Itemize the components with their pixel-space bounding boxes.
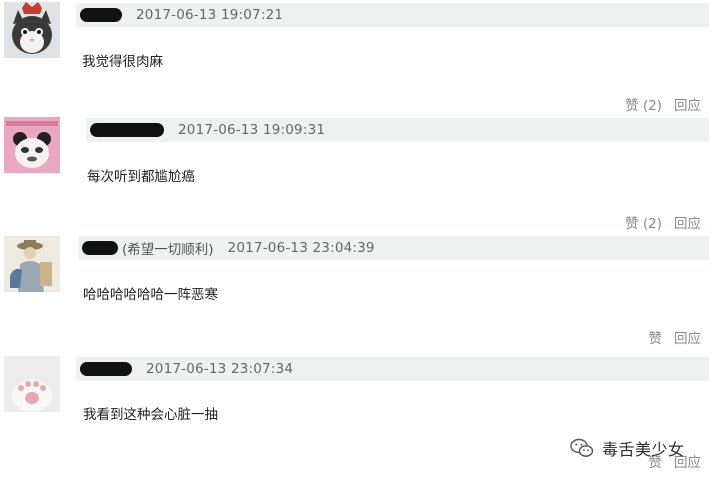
reply-button[interactable]: 回应 bbox=[674, 327, 701, 347]
username-redacted[interactable] bbox=[80, 362, 132, 376]
illustrated-figure-icon bbox=[4, 236, 60, 292]
comment-text: 我看到这种会心脏一抽 bbox=[83, 407, 218, 423]
timestamp: 2017-06-13 19:09:31 bbox=[178, 122, 326, 138]
wechat-icon bbox=[570, 438, 594, 457]
cat-paw-icon bbox=[4, 356, 60, 412]
timestamp: 2017-06-13 19:07:21 bbox=[136, 7, 284, 23]
comment-header: 2017-06-13 23:07:34 bbox=[76, 357, 709, 381]
comment-actions: 赞 (2) 回应 bbox=[625, 212, 701, 232]
comment-header: 2017-06-13 19:07:21 bbox=[76, 3, 709, 27]
reply-button[interactable]: 回应 bbox=[674, 212, 701, 232]
username-redacted[interactable] bbox=[82, 241, 118, 255]
like-button[interactable]: 赞 (2) bbox=[625, 94, 662, 114]
like-button[interactable]: 赞 (2) bbox=[625, 212, 662, 232]
timestamp: 2017-06-13 23:07:34 bbox=[146, 361, 294, 377]
cat-with-crown-icon bbox=[4, 2, 60, 58]
comment-text: 每次听到都尴尬癌 bbox=[87, 169, 195, 185]
reply-button[interactable]: 回应 bbox=[674, 94, 701, 114]
watermark-text: 毒舌美少女 bbox=[602, 440, 685, 459]
username-suffix: (希望一切顺利) bbox=[122, 242, 214, 258]
watermark: 毒舌美少女 bbox=[570, 436, 685, 460]
like-button[interactable]: 赞 bbox=[649, 327, 663, 347]
comment-actions: 赞 回应 bbox=[649, 327, 702, 347]
comment-header: (希望一切顺利) 2017-06-13 23:04:39 bbox=[78, 236, 709, 260]
username-redacted[interactable] bbox=[80, 8, 122, 22]
panda-meme-icon bbox=[4, 117, 60, 173]
username-redacted[interactable] bbox=[90, 123, 164, 137]
comment-header: 2017-06-13 19:09:31 bbox=[86, 118, 709, 142]
comment-text: 哈哈哈哈哈哈一阵恶寒 bbox=[83, 287, 218, 303]
avatar[interactable] bbox=[4, 2, 60, 58]
comment-actions: 赞 (2) 回应 bbox=[625, 94, 701, 114]
avatar[interactable] bbox=[4, 356, 60, 412]
timestamp: 2017-06-13 23:04:39 bbox=[227, 240, 375, 256]
comment-text: 我觉得很肉麻 bbox=[82, 54, 163, 70]
avatar[interactable] bbox=[4, 117, 60, 173]
avatar[interactable] bbox=[4, 236, 60, 292]
